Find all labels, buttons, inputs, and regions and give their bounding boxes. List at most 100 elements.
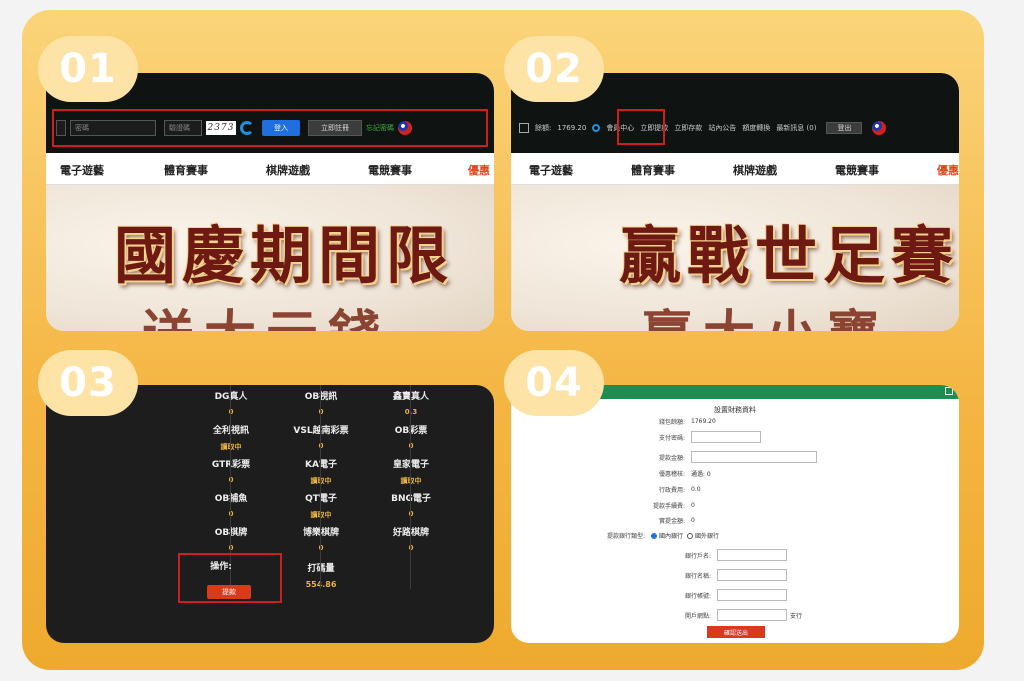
wallet-cell: 博樂棋牌 0 <box>276 525 366 552</box>
wallet-name: 全利視訊 <box>186 423 276 436</box>
logout-button[interactable]: 登出 <box>826 122 863 134</box>
wallet-balance: 讀取中 <box>310 511 332 519</box>
transfer-link[interactable]: 額度轉換 <box>742 123 770 133</box>
banner-subline: 贏大小寶 <box>641 293 889 331</box>
refresh-icon[interactable] <box>592 124 601 132</box>
radio-foreign-label: 國外銀行 <box>695 533 720 540</box>
radio-foreign[interactable] <box>687 532 694 539</box>
bank-field-input[interactable] <box>717 549 787 561</box>
bank-field-input[interactable] <box>717 609 787 621</box>
close-icon[interactable] <box>945 387 953 395</box>
nav-item-esports[interactable]: 電競賽事 <box>368 162 412 178</box>
messages-link[interactable]: 最新訊息 (0) <box>776 123 816 133</box>
form-row: 支付密碼: <box>611 431 761 443</box>
banner-headline: 國慶期間限 <box>114 219 455 292</box>
nav-item-cards[interactable]: 棋牌遊戲 <box>733 162 777 178</box>
form-value: 0.0 <box>691 486 701 493</box>
wallet-name: 好路棋牌 <box>366 525 456 538</box>
wallet-name: GTR彩票 <box>211 460 251 470</box>
bank-field-label: 開戶網點: <box>684 612 711 620</box>
wallet-name: VSL越南彩票 <box>293 426 349 436</box>
form-label: 優惠稽核: <box>658 471 685 478</box>
announcement-link[interactable]: 站內公告 <box>708 123 736 133</box>
form-row: 提款手續費: 0 <box>611 501 695 510</box>
form-label: 支付密碼: <box>658 434 685 442</box>
nav-item-slots[interactable]: 電子遊藝 <box>529 162 573 178</box>
main-nav: 電子遊藝 體育賽事 棋牌遊戲 電競賽事 優惠 <box>46 153 494 185</box>
wallet-name: 鑫寶真人 <box>366 389 456 402</box>
withdraw-amount-input[interactable] <box>691 451 817 463</box>
wallet-name: 皇家電子 <box>366 457 456 470</box>
taiwan-flag-icon[interactable] <box>872 121 887 135</box>
nav-item-promotions[interactable]: 優惠 <box>468 162 490 178</box>
highlight-box <box>178 553 282 603</box>
wallet-balance: 讀取中 <box>310 477 332 485</box>
banner-subline: 送大元錢 <box>142 293 390 331</box>
wallet-cell: KA電子讀取中 <box>276 457 366 486</box>
form-row: 提款金額: <box>611 451 817 463</box>
pay-password-input[interactable] <box>691 431 761 443</box>
wallet-cell: DG真人 0 <box>186 389 276 416</box>
highlight-box <box>52 109 488 147</box>
wallet-balance: 0 <box>228 544 234 552</box>
submit-button[interactable]: 確認送出 <box>707 626 765 638</box>
highlight-box <box>617 109 665 145</box>
nav-item-sports[interactable]: 體育賽事 <box>631 162 675 178</box>
form-row: 行政費用: 0.0 <box>611 485 701 494</box>
wallet-balance: 0.3 <box>404 408 418 416</box>
wallet-name: OB彩票 <box>366 423 456 436</box>
balance-label: 餘額: <box>535 124 552 132</box>
form-value: 0 <box>691 502 695 509</box>
wallet-cell: OB捕魚 0 <box>186 491 276 518</box>
form-row: 錢包餘額: 1769.20 <box>611 417 716 426</box>
bank-type-row: 提款銀行類型: 國內銀行 國外銀行 <box>571 531 719 540</box>
form-label: 行政費用: <box>658 487 685 494</box>
branch-suffix: 支行 <box>790 612 803 620</box>
wallet-cell: BNG電子 0 <box>366 491 456 518</box>
wallet-balance: 0 <box>408 544 414 552</box>
bank-field-row: 銀行帳號: <box>637 589 787 601</box>
bet-amount-cell: 打碼量 554.86 <box>276 561 366 589</box>
bank-field-input[interactable] <box>717 569 787 581</box>
wallet-cell: VSL越南彩票 0 <box>276 423 366 450</box>
nav-item-promotions[interactable]: 優惠 <box>937 162 959 178</box>
nav-item-cards[interactable]: 棋牌遊戲 <box>266 162 310 178</box>
promo-banner[interactable]: 國慶期間限 送大元錢 <box>46 185 494 331</box>
wallet-balance: 0 <box>408 442 414 450</box>
wallet-balance: 0 <box>228 510 234 518</box>
deposit-now-link[interactable]: 立即存款 <box>674 123 702 133</box>
bank-field-input[interactable] <box>717 589 787 601</box>
wallet-cell: 鑫寶真人 0.3 <box>366 389 456 416</box>
radio-domestic-label: 國內銀行 <box>659 533 684 540</box>
nav-item-esports[interactable]: 電競賽事 <box>835 162 879 178</box>
form-label: 提款金額: <box>658 454 685 462</box>
bank-field-row: 開戶網點: 支行 <box>637 609 802 621</box>
bank-field-label: 銀行名稱: <box>684 572 711 580</box>
nav-item-sports[interactable]: 體育賽事 <box>164 162 208 178</box>
form-row: 優惠稽核: 通過: 0 <box>611 469 711 478</box>
step3-screenshot: DG真人0OB視訊0鑫寶真人0.3全利視訊讀取中VSL越南彩票0OB彩票0GTR… <box>46 385 494 643</box>
step4-screenshot: 設置財務資料 錢包餘額: 1769.20 支付密碼: 提款金額: 優惠稽核: 通過: 0行… <box>511 385 959 643</box>
step1-screenshot: 密碼 驗證碼 2373 登入 立即註冊 忘記密碼 電子遊藝 體育賽事 棋牌遊戲 … <box>46 73 494 331</box>
wallet-balance: 讀取中 <box>400 477 422 485</box>
wallet-cell: QT電子讀取中 <box>276 491 366 520</box>
main-nav: 電子遊藝 體育賽事 棋牌遊戲 電競賽事 優惠 <box>511 153 959 185</box>
nav-item-slots[interactable]: 電子遊藝 <box>60 162 104 178</box>
wallet-balance: 0 <box>318 408 324 416</box>
step-badge-4: 04 <box>504 350 604 416</box>
menu-icon[interactable] <box>519 123 529 133</box>
wallet-balance: 0 <box>318 442 324 450</box>
form-value: 0 <box>691 517 695 524</box>
wallet-balance: 0 <box>318 544 324 552</box>
form-label: 提款手續費: <box>652 503 685 510</box>
radio-domestic[interactable] <box>651 532 657 539</box>
wallet-cell: GTR彩票 0 <box>186 457 276 484</box>
bank-type-label: 提款銀行類型: <box>606 533 645 540</box>
wallet-name: 博樂棋牌 <box>276 525 366 538</box>
wallet-cell: OB棋牌 0 <box>186 525 276 552</box>
promo-banner[interactable]: 贏戰世足賽 贏大小寶 <box>511 185 959 331</box>
wallet-cell: 全利視訊讀取中 <box>186 423 276 452</box>
banner-headline: 贏戰世足賽 <box>619 219 959 292</box>
wallet-balance: 0 <box>408 510 414 518</box>
bet-amount-value: 554.86 <box>305 580 337 589</box>
